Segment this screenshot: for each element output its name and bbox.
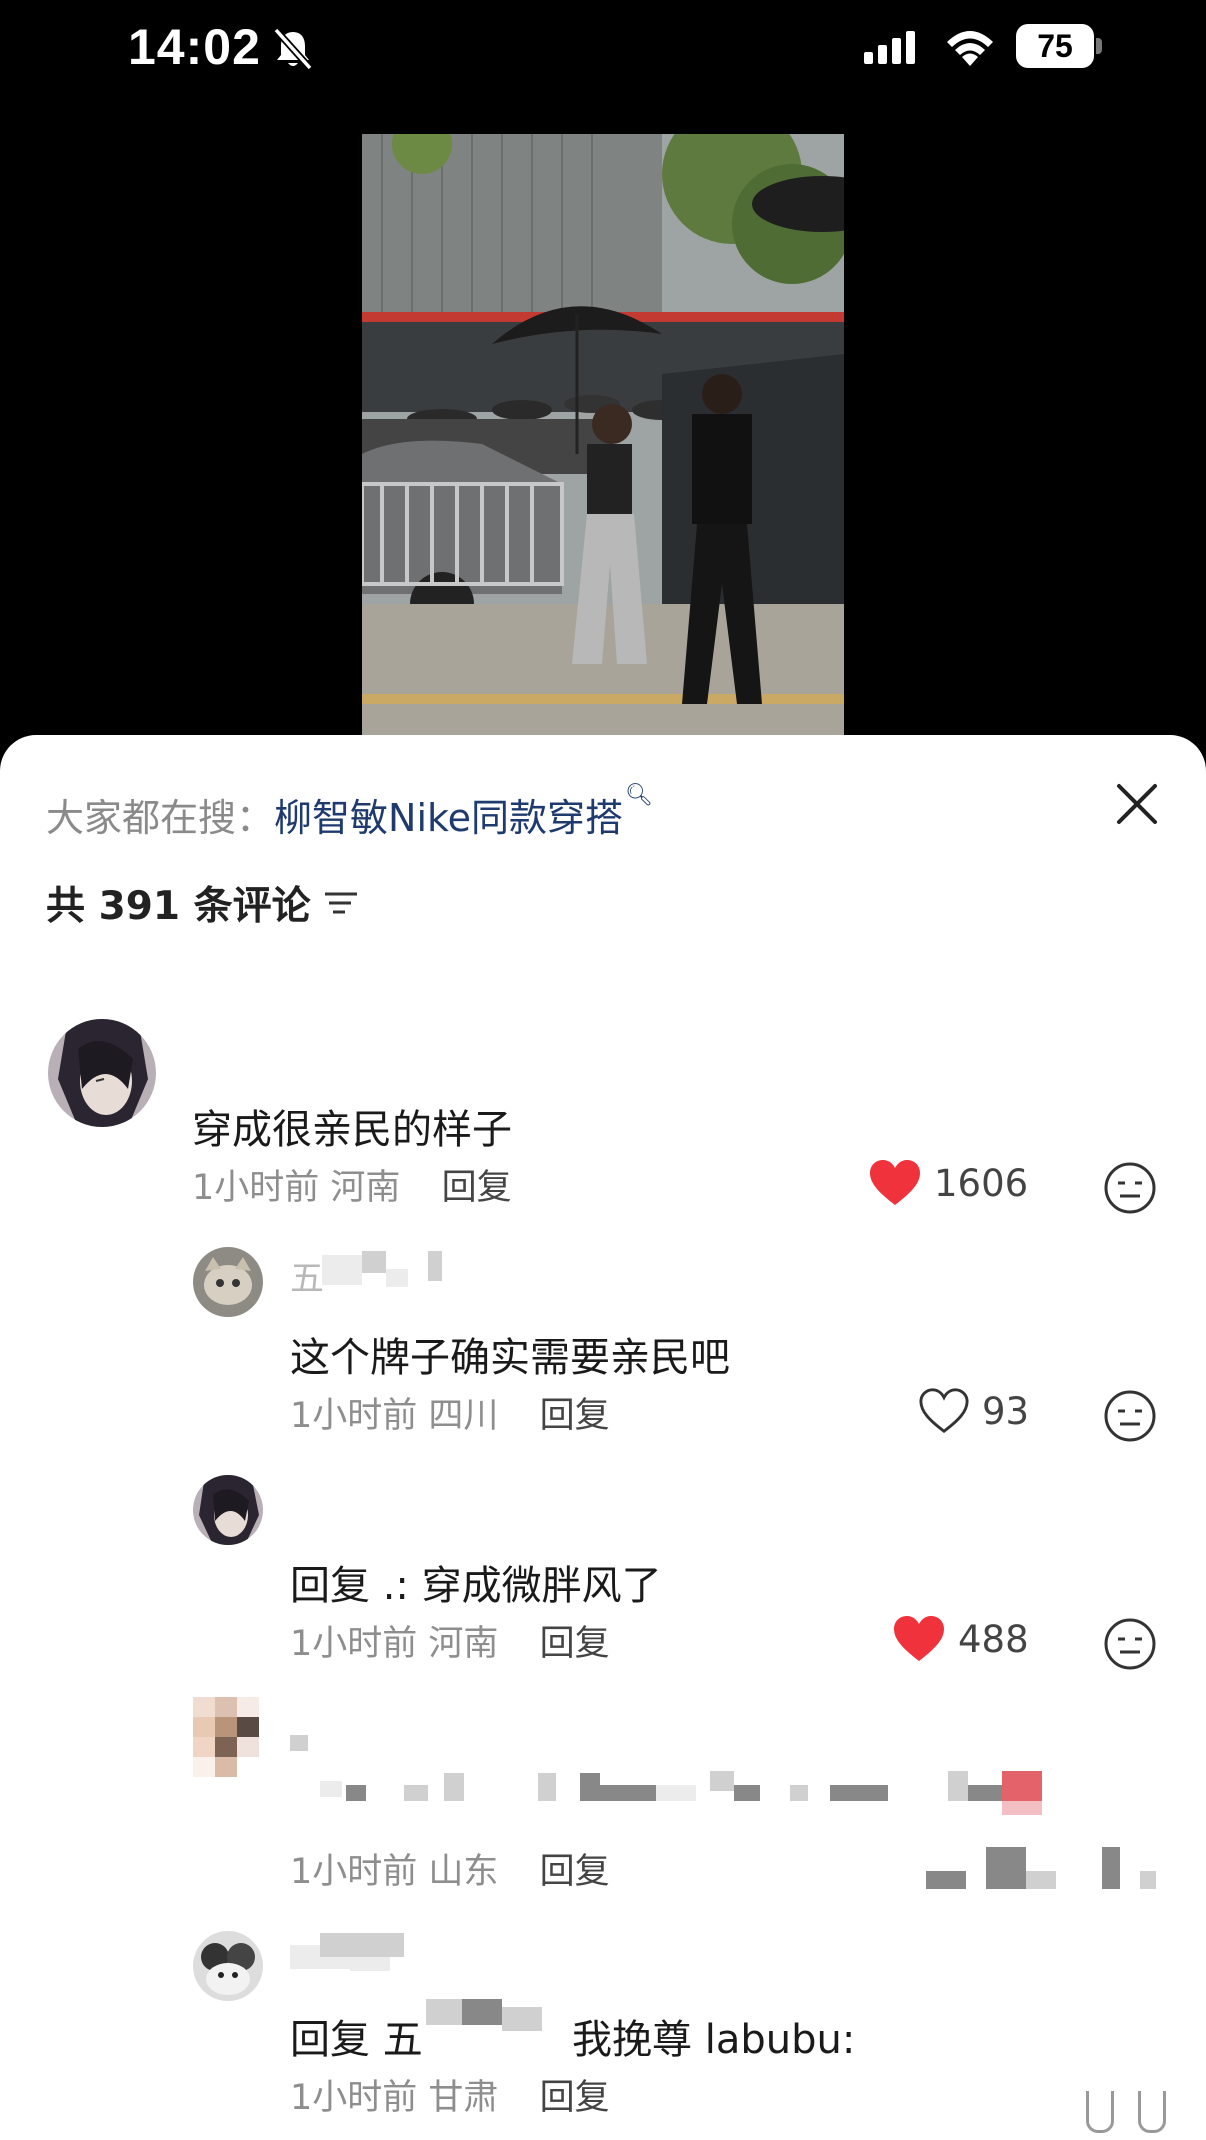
redacted-name [320,1933,404,1957]
redacted-name [362,1251,386,1273]
search-icon: 🔍︎ [625,783,653,808]
avatar[interactable] [193,1697,263,1777]
redacted-text [346,1785,366,1801]
redacted-name [386,1269,408,1287]
like-count: 93 [982,1389,1030,1433]
redacted-like-area [1026,1871,1056,1889]
status-time: 14:02 [128,19,261,75]
like-button[interactable]: 93 [918,1387,1029,1435]
redacted-text [734,1785,760,1801]
redacted-text [710,1771,734,1791]
comment-time: 1小时前 [192,1168,320,1208]
comment-meta: 1小时前 甘肃 回复 [290,2069,610,2120]
avatar[interactable] [193,1247,263,1317]
emoji-reaction-icon[interactable] [1103,1389,1157,1443]
comment-time: 1小时前 [290,1852,418,1892]
reply-button[interactable]: 回复 [540,1396,610,1436]
comment-time: 1小时前 [290,1624,418,1664]
status-bar: 14:02 75 [0,0,1206,100]
like-button[interactable]: 1606 [868,1159,1028,1207]
trending-search-label: 大家都在搜： [46,796,275,840]
redacted-text [948,1771,968,1801]
heart-filled-icon [894,1616,944,1661]
redacted-name [428,1251,442,1281]
redacted-text [538,1773,556,1801]
emoji-reaction-icon[interactable] [1103,1161,1157,1215]
like-count: 1606 [934,1161,1029,1205]
comment-text-suffix: 我挽尊 labubu: [572,2017,856,2063]
redacted-text [600,1785,656,1801]
like-count: 488 [958,1617,1029,1661]
reply-button[interactable]: 回复 [540,1852,610,1892]
comment-meta: 1小时前 四川 回复 [290,1387,610,1438]
avatar[interactable] [48,1019,156,1127]
bell-muted-icon [273,27,313,71]
video-frame-image [362,134,844,736]
comment-time: 1小时前 [290,1396,418,1436]
redacted-text [968,1785,1002,1801]
comment-meta: 1小时前 山东 回复 [290,1843,610,1894]
comment-location: 四川 [428,1396,499,1436]
emoji-reaction-icon[interactable] [1103,1617,1157,1671]
scroll-indicator-right [1138,2091,1166,2133]
comments-sheet: 大家都在搜：柳智敏Nike同款穿搭🔍︎ 共 391 条评论 穿成很亲民的样子 1… [0,735,1206,2140]
battery-indicator: 75 [1016,24,1102,68]
redacted-name [350,1957,390,1971]
redacted-like-area [986,1847,1026,1889]
heart-filled-icon [870,1160,920,1205]
comments-count-row: 共 391 条评论 [46,875,359,931]
comment-location: 山东 [428,1852,499,1892]
comment-location: 河南 [330,1168,401,1208]
redacted-text [656,1785,696,1801]
redacted-name [502,2007,542,2031]
sort-filter-icon[interactable] [323,888,359,918]
redacted-text [790,1785,808,1801]
video-preview[interactable] [362,134,844,736]
cellular-signal-icon [864,31,915,64]
redacted-text [444,1773,464,1801]
comment-meta: 1小时前 河南 回复 [192,1159,512,1210]
redacted-like-area [926,1871,966,1889]
reply-button[interactable]: 回复 [442,1168,512,1208]
battery-level: 75 [1016,24,1094,68]
comment-location: 甘肃 [428,2078,499,2118]
avatar[interactable] [193,1475,263,1545]
reply-button[interactable]: 回复 [540,2078,610,2118]
comment-text: 这个牌子确实需要亲民吧 [290,1335,730,1381]
commenter-name[interactable]: 五 [290,1251,324,1300]
comments-count: 共 391 条评论 [46,884,311,929]
wifi-icon [947,31,993,66]
redacted-text [404,1785,428,1801]
reply-button[interactable]: 回复 [540,1624,610,1664]
comment-text: 回复 .: 穿成微胖风了 [290,1563,662,1609]
redacted-text [830,1785,888,1801]
redacted-text [1002,1771,1042,1801]
redacted-text [580,1773,600,1801]
redacted-like-area [1102,1847,1120,1889]
comment-meta: 1小时前 河南 回复 [290,1615,610,1666]
comment-text-prefix: 回复 五 [290,2017,423,2063]
comment-text: 穿成很亲民的样子 [192,1107,512,1153]
trending-search[interactable]: 大家都在搜：柳智敏Nike同款穿搭🔍︎ [46,783,653,842]
comment-time: 1小时前 [290,2078,418,2118]
redacted-name [322,1255,362,1285]
redacted-like-area [1140,1871,1156,1889]
heart-outline-icon [919,1388,969,1434]
redacted-text [1002,1801,1042,1815]
redacted-name [426,1999,462,2025]
redacted-name [462,1999,502,2025]
avatar[interactable] [193,1931,263,2001]
close-button[interactable] [1112,779,1162,829]
redacted-text [320,1781,342,1797]
trending-search-query[interactable]: 柳智敏Nike同款穿搭 [274,796,623,840]
scroll-indicator-left [1086,2091,1114,2133]
like-button[interactable]: 488 [892,1615,1029,1663]
redacted-name [290,1735,308,1751]
comment-location: 河南 [428,1624,499,1664]
